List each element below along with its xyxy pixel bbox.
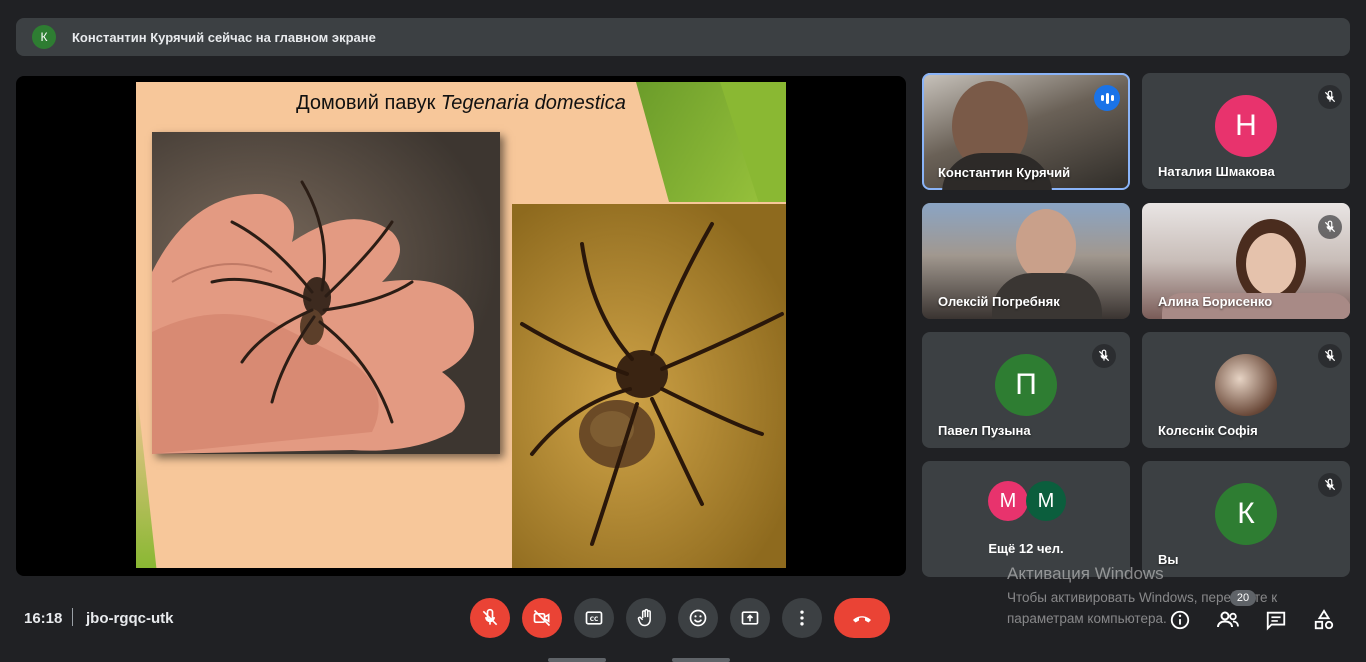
present-screen-button[interactable] xyxy=(730,598,770,638)
participant-name: Колєснік Софія xyxy=(1158,423,1258,438)
captions-icon: CC xyxy=(585,611,603,625)
more-participants-tile[interactable]: М М Ещё 12 чел. xyxy=(922,461,1130,577)
captions-button[interactable]: CC xyxy=(574,598,614,638)
more-participants-label: Ещё 12 чел. xyxy=(988,541,1064,556)
taskbar-indicator xyxy=(672,658,730,662)
participant-avatar xyxy=(1215,354,1277,417)
bottom-toolbar: 16:18 jbo-rgqc-utk CC 20 xyxy=(0,586,1366,662)
participant-tile[interactable]: Константин Курячий xyxy=(922,73,1130,190)
chat-button[interactable] xyxy=(1262,606,1290,634)
hand-icon xyxy=(637,608,651,627)
participants-button[interactable] xyxy=(1214,606,1242,634)
windows-activation-title: Активация Windows xyxy=(1007,564,1164,583)
participant-video xyxy=(1016,209,1076,281)
participant-tile[interactable]: Олексій Погребняк xyxy=(922,203,1130,319)
chat-icon xyxy=(1266,611,1286,631)
people-icon xyxy=(1217,611,1239,628)
current-time: 16:18 xyxy=(24,610,63,627)
self-tile[interactable]: К Вы xyxy=(1142,461,1350,577)
raise-hand-button[interactable] xyxy=(626,598,666,638)
participant-video xyxy=(1246,233,1296,295)
participant-name: Константин Курячий xyxy=(938,165,1071,180)
participant-count-badge: 20 xyxy=(1230,590,1256,606)
mic-off-icon xyxy=(1318,473,1342,497)
mic-off-icon xyxy=(1318,215,1342,239)
participant-name: Олексій Погребняк xyxy=(938,294,1060,309)
present-icon xyxy=(741,611,759,625)
divider xyxy=(72,608,73,626)
spider-on-hand-photo xyxy=(152,132,500,454)
mic-off-icon xyxy=(1318,344,1342,368)
mic-off-icon xyxy=(1318,85,1342,109)
speaking-indicator-icon xyxy=(1094,85,1120,111)
presenting-text: Константин Курячий сейчас на главном экр… xyxy=(72,29,376,45)
microphone-toggle-button[interactable] xyxy=(470,598,510,638)
presentation-slide: Домовий павук Tegenaria domestica xyxy=(136,82,786,568)
shapes-icon xyxy=(1314,609,1334,630)
more-options-button[interactable] xyxy=(782,598,822,638)
more-vert-icon xyxy=(800,610,804,626)
reactions-button[interactable] xyxy=(678,598,718,638)
emoji-icon xyxy=(689,609,707,627)
mic-off-icon xyxy=(482,608,498,626)
participant-name: Павел Пузына xyxy=(938,423,1031,438)
participant-tile[interactable]: Алина Борисенко xyxy=(1142,203,1350,319)
mic-off-icon xyxy=(1092,344,1116,368)
meeting-code: jbo-rgqc-utk xyxy=(86,610,174,627)
participant-name: Наталия Шмакова xyxy=(1158,164,1275,179)
camera-off-icon xyxy=(533,609,551,627)
participant-avatar: М xyxy=(1026,481,1066,521)
spider-on-floor-photo xyxy=(512,204,786,568)
camera-toggle-button[interactable] xyxy=(522,598,562,638)
meeting-details-button[interactable] xyxy=(1166,606,1194,634)
participant-tile[interactable]: Колєснік Софія xyxy=(1142,332,1350,448)
participant-avatar: М xyxy=(988,481,1028,521)
slide-title: Домовий павук Tegenaria domestica xyxy=(296,92,626,114)
participant-tile[interactable]: Н Наталия Шмакова xyxy=(1142,73,1350,189)
svg-text:CC: CC xyxy=(590,617,599,623)
leave-call-button[interactable] xyxy=(834,598,890,638)
presenter-avatar: К xyxy=(32,25,56,49)
participant-avatar: П xyxy=(995,354,1057,417)
info-icon xyxy=(1170,610,1190,630)
participant-name: Алина Борисенко xyxy=(1158,294,1273,309)
participant-avatar: К xyxy=(1215,483,1277,546)
participant-tile[interactable]: П Павел Пузына xyxy=(922,332,1130,448)
participant-avatar: Н xyxy=(1215,95,1277,158)
activities-button[interactable] xyxy=(1310,606,1338,634)
hang-up-icon xyxy=(853,616,871,623)
taskbar-indicator xyxy=(548,658,606,662)
presenting-banner: К Константин Курячий сейчас на главном э… xyxy=(16,18,1350,56)
main-stage[interactable]: Домовий павук Tegenaria domestica xyxy=(16,76,906,576)
